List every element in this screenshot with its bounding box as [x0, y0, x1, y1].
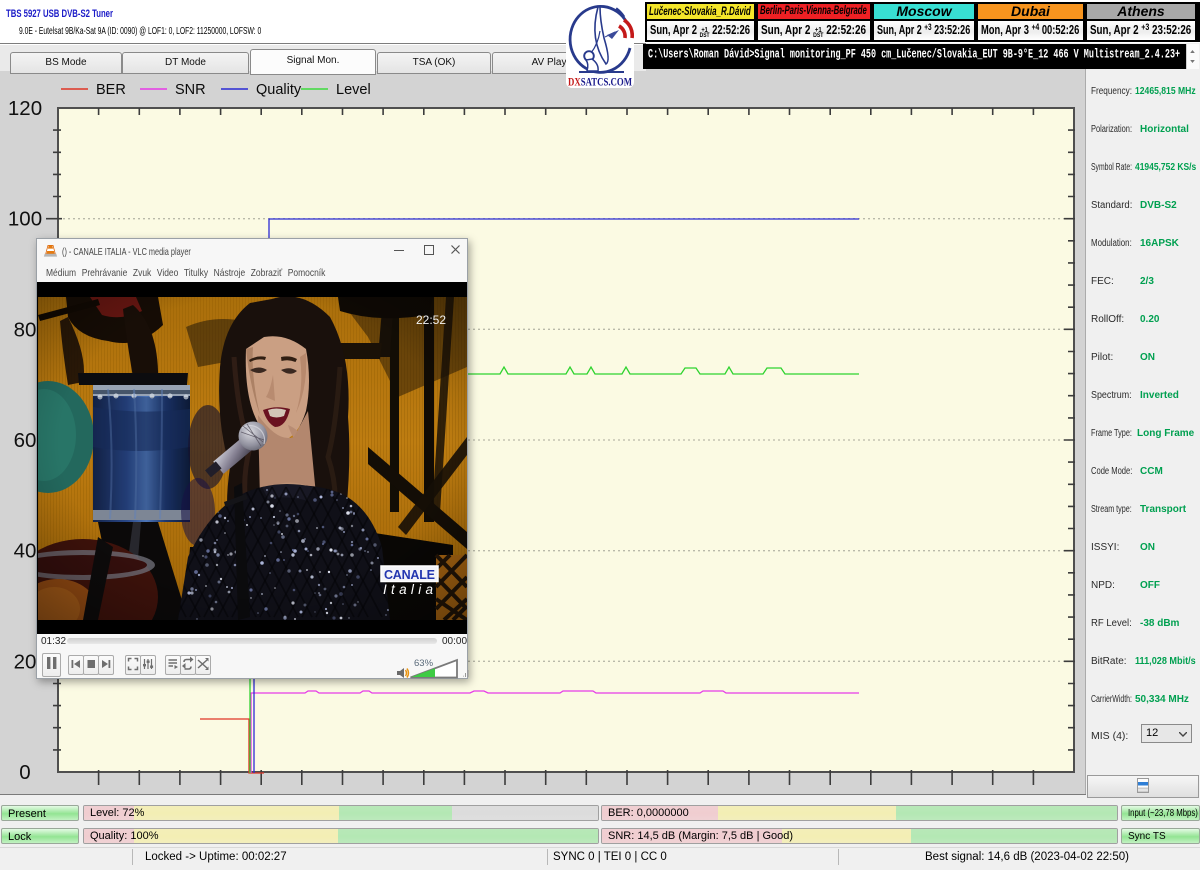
svg-text:20: 20: [14, 650, 37, 673]
svg-text:0: 0: [19, 761, 30, 784]
svg-text:120: 120: [8, 97, 42, 120]
svg-text:CANALE: CANALE: [384, 568, 435, 582]
svg-text:Level: Level: [336, 82, 371, 98]
svg-text:40: 40: [14, 540, 37, 563]
svg-text:22:52: 22:52: [416, 313, 446, 327]
svg-text:SNR: SNR: [175, 82, 206, 98]
svg-text:100: 100: [8, 208, 42, 231]
svg-text:60: 60: [14, 429, 37, 452]
svg-text:DXSATCS.COM: DXSATCS.COM: [568, 75, 632, 89]
svg-text:80: 80: [14, 318, 37, 341]
svg-text:Quality: Quality: [256, 82, 302, 98]
svg-text:BER: BER: [96, 82, 126, 98]
